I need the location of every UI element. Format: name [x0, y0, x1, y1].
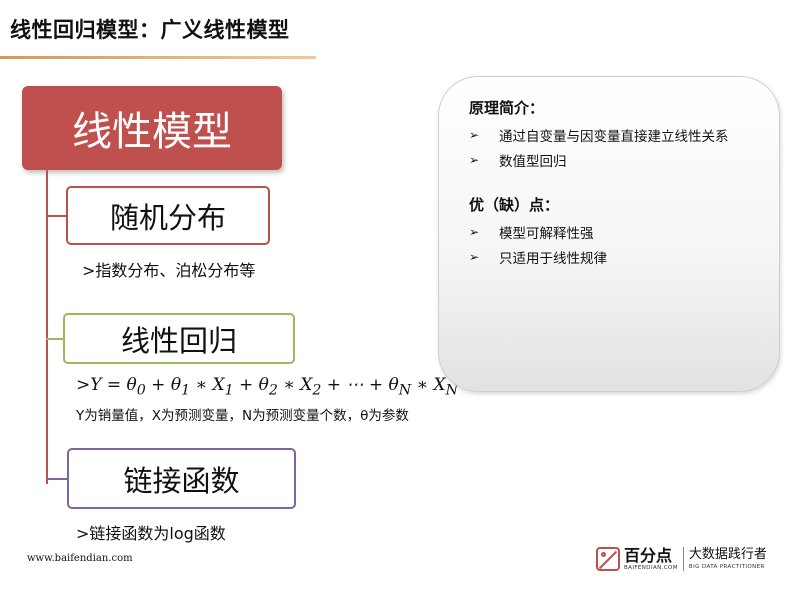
brand-logo-block: 百分点 BAIFENDIAN.COM 大数据践行者 BIG DATA PRACT… — [596, 543, 767, 575]
principle-heading: 原理简介： — [469, 99, 545, 117]
root-node-label: 线性模型 — [72, 109, 232, 155]
node-linear-regression: 线性回归 — [63, 313, 295, 364]
brand-texts: 百分点 BAIFENDIAN.COM — [624, 547, 678, 572]
list-item-text: 通过自变量与因变量直接建立线性关系 — [499, 128, 729, 145]
node-link-function: 链接函数 — [67, 448, 296, 509]
tree-branch-line-1 — [46, 215, 68, 217]
pros-cons-section: 优（缺）点： ➢ 模型可解释性强 ➢ 只适用于线性规律 — [469, 194, 607, 269]
list-item: ➢ 模型可解释性强 — [469, 219, 607, 244]
brand-slogan-english: BIG DATA PRACTITIONER — [688, 564, 765, 570]
node-label: 随机分布 — [109, 200, 226, 235]
list-item-text: 数值型回归 — [499, 153, 567, 170]
list-item: ➢ 只适用于线性规律 — [469, 244, 607, 269]
brand-name: 百分点 — [624, 545, 673, 565]
regression-formula: >Y = θ0 + θ1 ∗ X1 + θ2 ∗ X2 + ⋯ + θN ∗ X… — [76, 375, 458, 399]
slide: 线性回归模型：广义线性模型 线性模型 随机分布 >指数分布、泊松分布等 线性回归… — [0, 0, 793, 594]
info-card: 原理简介： ➢ 通过自变量与因变量直接建立线性关系 ➢ 数值型回归 优（缺）点：… — [438, 76, 780, 392]
brand-divider — [682, 547, 684, 571]
node-label: 链接函数 — [123, 463, 240, 498]
arrow-bullet-icon: ➢ — [469, 152, 480, 167]
formula-description: Y为销量值，X为预测变量，N为预测变量个数，θ为参数 — [76, 408, 409, 424]
arrow-bullet-icon: ➢ — [469, 127, 480, 142]
node-note-link-function: >链接函数为log函数 — [76, 524, 226, 543]
footer-url: www.baifendian.com — [27, 553, 133, 564]
title-underline — [0, 56, 316, 59]
slide-title: 线性回归模型：广义线性模型 — [10, 18, 290, 42]
arrow-bullet-icon: ➢ — [469, 249, 480, 264]
pros-cons-heading: 优（缺）点： — [469, 196, 560, 214]
node-random-distribution: 随机分布 — [66, 186, 270, 245]
principle-section: 原理简介： ➢ 通过自变量与因变量直接建立线性关系 ➢ 数值型回归 — [469, 97, 729, 172]
tree-trunk-line — [46, 170, 48, 484]
list-item: ➢ 通过自变量与因变量直接建立线性关系 — [469, 122, 729, 147]
percent-logo-icon — [596, 547, 620, 571]
list-item-text: 只适用于线性规律 — [499, 250, 607, 267]
node-label: 线性回归 — [120, 323, 237, 358]
list-item-text: 模型可解释性强 — [499, 225, 594, 242]
tree-branch-line-3 — [46, 478, 68, 480]
brand-slogan-block: 大数据践行者 BIG DATA PRACTITIONER — [689, 547, 767, 571]
arrow-bullet-icon: ➢ — [469, 224, 480, 239]
list-item: ➢ 数值型回归 — [469, 147, 729, 172]
brand-domain: BAIFENDIAN.COM — [624, 564, 678, 571]
root-node: 线性模型 — [22, 86, 282, 170]
node-note-distribution: >指数分布、泊松分布等 — [82, 261, 256, 280]
brand-slogan: 大数据践行者 — [688, 547, 767, 562]
